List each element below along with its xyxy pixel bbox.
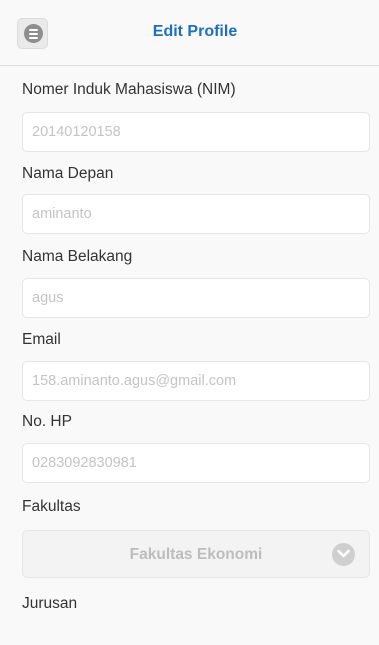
header-bar: Edit Profile [0,0,379,66]
nama-depan-field[interactable] [22,194,370,234]
edit-profile-screen: Edit Profile Nomer Induk Mahasiswa (NIM)… [0,0,379,645]
nim-field[interactable] [22,112,370,152]
fakultas-selected-value: Fakultas Ekonomi [129,546,263,563]
nim-label: Nomer Induk Mahasiswa (NIM) [22,81,236,98]
nama-belakang-field[interactable] [22,278,370,318]
profile-form: Nomer Induk Mahasiswa (NIM) Nama Depan N… [0,66,379,615]
page-title: Edit Profile [152,23,238,40]
email-field[interactable] [22,361,370,401]
no-hp-field[interactable] [22,443,370,483]
fakultas-select[interactable]: Fakultas Ekonomi [22,530,370,578]
nama-depan-label: Nama Depan [22,165,114,182]
no-hp-label: No. HP [22,413,72,430]
email-label: Email [22,331,61,348]
nama-belakang-label: Nama Belakang [22,248,133,265]
chevron-down-icon [332,543,355,566]
fakultas-label: Fakultas [22,498,81,515]
jurusan-label: Jurusan [22,595,78,612]
